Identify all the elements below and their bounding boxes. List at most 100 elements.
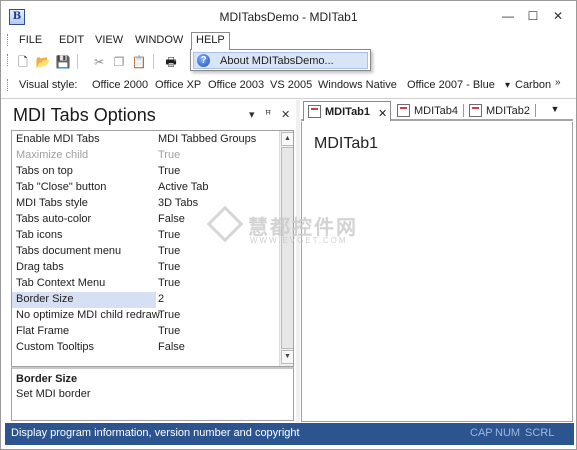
style-carbon[interactable]: Carbon: [515, 79, 551, 91]
tab-separator: [535, 104, 536, 117]
menu-file[interactable]: FILE: [15, 33, 46, 48]
toolbar-grip[interactable]: [7, 54, 10, 66]
status-message: Display program information, version num…: [11, 427, 300, 439]
print-icon[interactable]: 🖶: [163, 54, 179, 70]
style-office-2007-blue[interactable]: Office 2007 - Blue: [407, 79, 495, 91]
menubar-grip[interactable]: [7, 34, 10, 46]
property-description-panel: Border Size Set MDI border: [11, 367, 294, 421]
tab-mditab4[interactable]: MDITab4: [393, 101, 463, 121]
status-scrl: SCRL: [525, 427, 555, 439]
property-row-selected[interactable]: Border Size 2: [12, 292, 279, 308]
property-value[interactable]: False: [158, 213, 185, 225]
document-icon: [397, 104, 410, 117]
menu-item-about[interactable]: ? About MDITabsDemo...: [193, 52, 368, 69]
property-row[interactable]: Flat Frame True: [12, 324, 279, 340]
property-row[interactable]: Drag tabs True: [12, 260, 279, 276]
help-icon: ?: [197, 54, 210, 67]
property-name: Tabs auto-color: [16, 213, 92, 225]
property-row[interactable]: No optimize MDI child redraw True: [12, 308, 279, 324]
toolbar-separator: [153, 54, 154, 69]
stylebar-grip[interactable]: [7, 79, 10, 91]
toolbar-separator: [77, 54, 78, 69]
cut-icon[interactable]: ✂: [91, 54, 107, 70]
window-title: MDITabsDemo - MDITab1: [219, 10, 358, 24]
property-name: Flat Frame: [16, 325, 70, 337]
description-text: Set MDI border: [16, 388, 91, 400]
pane-splitter[interactable]: [296, 100, 300, 422]
close-button[interactable]: ✕: [548, 7, 568, 25]
property-value[interactable]: False: [158, 341, 185, 353]
scroll-up-icon[interactable]: ▲: [281, 132, 293, 146]
style-windows-native[interactable]: Windows Native: [318, 79, 397, 91]
status-num: NUM: [495, 427, 521, 439]
tab-close-icon[interactable]: ✕: [378, 107, 387, 120]
watermark-url: WWW.EVGET.COM: [250, 236, 348, 245]
maximize-button[interactable]: ☐: [523, 7, 543, 25]
property-value[interactable]: True: [158, 325, 180, 337]
tab-label: MDITab4: [414, 105, 459, 117]
property-name: Tabs on top: [16, 165, 73, 177]
style-vs-2005[interactable]: VS 2005: [270, 79, 312, 91]
property-value[interactable]: Active Tab: [158, 181, 209, 193]
style-office-2000[interactable]: Office 2000: [92, 79, 148, 91]
paste-icon[interactable]: 📋: [131, 54, 147, 70]
title-bar[interactable]: B MDITabsDemo - MDITab1 — ☐ ✕: [1, 1, 576, 31]
options-pane-header: MDI Tabs Options ▾ ꟸ ✕: [11, 102, 297, 128]
property-row[interactable]: Tabs on top True: [12, 164, 279, 180]
tab-mditab1[interactable]: MDITab1 ✕: [303, 101, 391, 121]
pane-close-icon[interactable]: ✕: [281, 108, 290, 121]
visual-style-toolbar: Visual style: Office 2000 Office XP Offi…: [5, 76, 574, 96]
property-value[interactable]: MDI Tabbed Groups: [158, 133, 256, 145]
property-name: Enable MDI Tabs: [16, 133, 100, 145]
property-row[interactable]: Tab Context Menu True: [12, 276, 279, 292]
property-name: No optimize MDI child redraw: [16, 309, 160, 321]
property-value-editor[interactable]: 2: [156, 292, 279, 308]
property-value[interactable]: True: [158, 277, 180, 289]
property-value[interactable]: True: [158, 245, 180, 257]
property-row[interactable]: Custom Tooltips False: [12, 340, 279, 356]
mdi-document-area[interactable]: MDITab1: [301, 122, 573, 422]
minimize-button[interactable]: —: [498, 7, 518, 25]
copy-icon[interactable]: ❐: [111, 54, 127, 70]
watermark: 慧都控件网 WWW.EVGET.COM: [206, 205, 376, 249]
status-bar: Display program information, version num…: [5, 423, 574, 445]
tab-mditab2[interactable]: MDITab2: [465, 101, 535, 121]
property-value[interactable]: True: [158, 165, 180, 177]
document-icon: [308, 105, 321, 118]
document-title: MDITab1: [314, 135, 379, 152]
property-name: Maximize child: [16, 149, 89, 161]
property-name: Tab icons: [16, 229, 63, 241]
property-name: Tab "Close" button: [16, 181, 107, 193]
toolbar-overflow-icon[interactable]: »: [555, 77, 561, 88]
app-window: B MDITabsDemo - MDITab1 — ☐ ✕ FILE EDIT …: [0, 0, 577, 450]
document-icon: [469, 104, 482, 117]
menu-edit[interactable]: EDIT: [55, 33, 88, 48]
property-value[interactable]: True: [158, 229, 180, 241]
property-row[interactable]: Tab "Close" button Active Tab: [12, 180, 279, 196]
mdi-tab-strip: MDITab1 ✕ MDITab4 MDITab2: [301, 99, 573, 121]
menu-help[interactable]: HELP: [191, 32, 230, 50]
menu-window[interactable]: WINDOW: [131, 33, 187, 48]
property-value[interactable]: True: [158, 309, 180, 321]
pane-title: MDI Tabs Options: [13, 105, 156, 125]
tab-menu-icon[interactable]: ▼: [548, 101, 562, 119]
help-menu-dropdown: ? About MDITabsDemo...: [190, 49, 371, 71]
open-folder-icon[interactable]: 📂: [35, 54, 51, 70]
style-office-xp[interactable]: Office XP: [155, 79, 201, 91]
pin-icon[interactable]: ꟸ: [265, 108, 271, 121]
new-file-icon[interactable]: 🗋: [15, 54, 31, 70]
property-value[interactable]: 3D Tabs: [158, 197, 198, 209]
description-title: Border Size: [16, 373, 78, 385]
save-icon[interactable]: 💾: [55, 54, 71, 70]
scroll-down-icon[interactable]: ▼: [281, 350, 293, 364]
tab-label: MDITab2: [486, 105, 531, 117]
menu-view[interactable]: VIEW: [91, 33, 127, 48]
tab-label: MDITab1: [325, 106, 371, 118]
property-row[interactable]: Enable MDI Tabs MDI Tabbed Groups: [12, 132, 279, 148]
property-name: MDI Tabs style: [16, 197, 88, 209]
pane-menu-icon[interactable]: ▾: [249, 108, 255, 121]
chevron-down-icon[interactable]: ▾: [505, 80, 510, 91]
style-office-2003[interactable]: Office 2003: [208, 79, 264, 91]
property-value[interactable]: True: [158, 261, 180, 273]
property-name: Border Size: [16, 293, 74, 305]
